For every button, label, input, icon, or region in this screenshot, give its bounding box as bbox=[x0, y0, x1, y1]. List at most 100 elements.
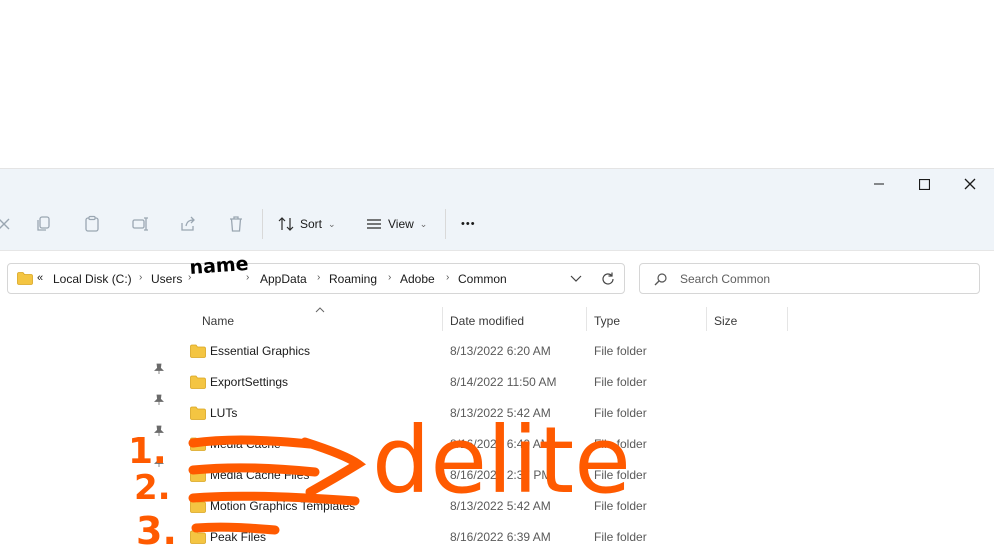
copy-button[interactable] bbox=[32, 212, 56, 236]
file-date: 8/13/2022 5:42 AM bbox=[450, 499, 551, 513]
chevron-down-icon[interactable] bbox=[570, 275, 582, 283]
breadcrumb-separator-icon: › bbox=[246, 272, 250, 283]
file-row[interactable]: LUTs 8/13/2022 5:42 AM File folder bbox=[180, 398, 800, 429]
folder-icon bbox=[190, 499, 206, 513]
file-row[interactable]: Media Cache Files 8/16/2022 2:37 PM File f… bbox=[180, 460, 800, 491]
breadcrumb-local-disk[interactable]: Local Disk (C:) bbox=[53, 272, 132, 286]
file-row[interactable]: ExportSettings 8/14/2022 11:50 AM File fol… bbox=[180, 367, 800, 398]
delete-button[interactable] bbox=[224, 212, 248, 236]
breadcrumb-roaming[interactable]: Roaming bbox=[329, 272, 377, 286]
column-header-name[interactable]: Name bbox=[202, 314, 234, 328]
file-name: Media Cache bbox=[210, 437, 281, 451]
maximize-icon bbox=[918, 178, 930, 190]
file-type: File folder bbox=[594, 344, 647, 358]
sort-icon bbox=[278, 217, 294, 231]
file-date: 8/14/2022 11:50 AM bbox=[450, 375, 557, 389]
file-name: Essential Graphics bbox=[210, 344, 311, 358]
folder-icon bbox=[190, 437, 206, 451]
sort-label: Sort bbox=[300, 217, 323, 231]
folder-icon bbox=[190, 468, 206, 482]
column-header-date[interactable]: Date modified bbox=[450, 314, 524, 328]
title-bar bbox=[0, 169, 994, 199]
breadcrumb-separator-icon: › bbox=[139, 272, 143, 283]
pin-icon bbox=[154, 425, 164, 436]
cut-icon bbox=[0, 218, 10, 230]
breadcrumb-overflow[interactable]: « bbox=[37, 272, 43, 284]
file-name: LUTs bbox=[210, 406, 238, 420]
file-type: File folder bbox=[594, 375, 647, 389]
file-name: ExportSettings bbox=[210, 375, 289, 389]
column-divider[interactable] bbox=[787, 307, 788, 331]
see-more-button[interactable]: ••• bbox=[461, 212, 476, 236]
breadcrumb-adobe[interactable]: Adobe bbox=[400, 272, 435, 286]
view-button[interactable]: View ⌄ bbox=[366, 212, 427, 236]
paste-icon bbox=[85, 215, 99, 232]
folder-icon bbox=[17, 272, 33, 285]
folder-icon bbox=[190, 344, 206, 358]
column-divider[interactable] bbox=[586, 307, 587, 331]
minimize-icon bbox=[874, 183, 884, 185]
breadcrumb-separator-icon: › bbox=[188, 272, 192, 283]
share-icon bbox=[181, 216, 195, 231]
share-button[interactable] bbox=[176, 212, 200, 236]
breadcrumb-appdata[interactable]: AppData bbox=[260, 272, 307, 286]
toolbar-divider bbox=[262, 209, 263, 239]
pin-icon bbox=[154, 394, 164, 405]
paste-button[interactable] bbox=[80, 212, 104, 236]
file-explorer-window: Sort ⌄ View ⌄ ••• « Local Disk (C:) › Us… bbox=[0, 168, 994, 553]
breadcrumb-users[interactable]: Users bbox=[151, 272, 182, 286]
command-bar: Sort ⌄ View ⌄ ••• bbox=[0, 199, 994, 251]
file-name: Media Cache Files bbox=[210, 468, 310, 482]
close-icon bbox=[964, 178, 976, 190]
file-row[interactable]: Peak Files 8/16/2022 6:39 AM File folder bbox=[180, 522, 800, 553]
pin-icon bbox=[154, 456, 164, 467]
file-date: 8/16/2022 2:37 PM bbox=[450, 468, 552, 482]
column-header-size[interactable]: Size bbox=[714, 314, 737, 328]
column-divider[interactable] bbox=[442, 307, 443, 331]
breadcrumb-separator-icon: › bbox=[446, 272, 450, 283]
file-type: File folder bbox=[594, 437, 647, 451]
column-header-row: Name Date modified Type Size bbox=[170, 304, 994, 334]
folder-icon bbox=[190, 406, 206, 420]
close-button[interactable] bbox=[947, 169, 993, 199]
navigation-pane bbox=[0, 304, 170, 553]
maximize-button[interactable] bbox=[901, 169, 947, 199]
address-bar[interactable]: « Local Disk (C:) › Users › › AppData › … bbox=[7, 263, 625, 294]
copy-icon bbox=[37, 216, 50, 231]
refresh-icon[interactable] bbox=[601, 272, 615, 286]
more-label: ••• bbox=[461, 218, 476, 230]
breadcrumb-separator-icon: › bbox=[317, 272, 321, 283]
file-type: File folder bbox=[594, 499, 647, 513]
sort-button[interactable]: Sort ⌄ bbox=[278, 212, 336, 236]
sort-ascending-icon bbox=[315, 307, 325, 313]
chevron-down-icon: ⌄ bbox=[328, 218, 336, 229]
folder-icon bbox=[190, 530, 206, 544]
toolbar-divider bbox=[445, 209, 446, 239]
file-row[interactable]: Media Cache 8/16/2022 6:40 AM File folder bbox=[180, 429, 800, 460]
trash-icon bbox=[230, 216, 242, 232]
search-input[interactable]: Search Common bbox=[680, 272, 770, 286]
rename-icon bbox=[132, 217, 148, 231]
rename-button[interactable] bbox=[128, 212, 152, 236]
folder-icon bbox=[190, 375, 206, 389]
column-divider[interactable] bbox=[706, 307, 707, 331]
file-row[interactable]: Essential Graphics 8/13/2022 6:20 AM File … bbox=[180, 336, 800, 367]
view-label: View bbox=[388, 217, 414, 231]
chevron-down-icon: ⌄ bbox=[419, 218, 428, 229]
view-icon bbox=[367, 219, 381, 229]
file-date: 8/13/2022 5:42 AM bbox=[450, 406, 551, 420]
file-type: File folder bbox=[594, 530, 647, 544]
pin-icon bbox=[154, 363, 164, 374]
breadcrumb-common[interactable]: Common bbox=[458, 272, 507, 286]
file-date: 8/13/2022 6:20 AM bbox=[450, 344, 551, 358]
minimize-button[interactable] bbox=[856, 169, 902, 199]
file-name: Motion Graphics Templates bbox=[210, 499, 356, 513]
search-icon bbox=[654, 273, 667, 286]
cut-button[interactable] bbox=[0, 212, 16, 236]
file-date: 8/16/2022 6:39 AM bbox=[450, 530, 551, 544]
column-header-type[interactable]: Type bbox=[594, 314, 620, 328]
search-box[interactable]: Search Common bbox=[639, 263, 980, 294]
file-type: File folder bbox=[594, 468, 647, 482]
breadcrumb-separator-icon: › bbox=[388, 272, 392, 283]
file-row[interactable]: Motion Graphics Templates 8/13/2022 5:42 … bbox=[180, 491, 800, 522]
